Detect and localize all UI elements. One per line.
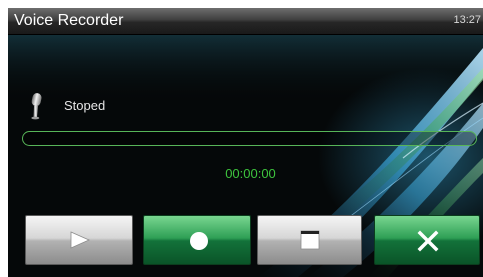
elapsed-time: 00:00:00 [225, 166, 276, 181]
recording-progress-bar [22, 131, 477, 146]
app-title: Voice Recorder [14, 12, 124, 29]
title-bar: Voice Recorder 13:27 [8, 8, 483, 35]
stop-icon [300, 230, 320, 250]
record-button[interactable] [143, 215, 251, 265]
microphone-icon [31, 93, 42, 120]
clock: 13:27 [453, 14, 481, 26]
voice-recorder-window: Voice Recorder 13:27 Stoped 00:00:00 [8, 8, 483, 277]
recorder-status: Stoped [64, 98, 106, 113]
close-button[interactable] [374, 215, 480, 265]
record-icon [190, 232, 208, 250]
close-icon [417, 230, 439, 252]
play-icon [70, 231, 90, 249]
play-button[interactable] [25, 215, 133, 265]
stop-button[interactable] [257, 215, 362, 265]
